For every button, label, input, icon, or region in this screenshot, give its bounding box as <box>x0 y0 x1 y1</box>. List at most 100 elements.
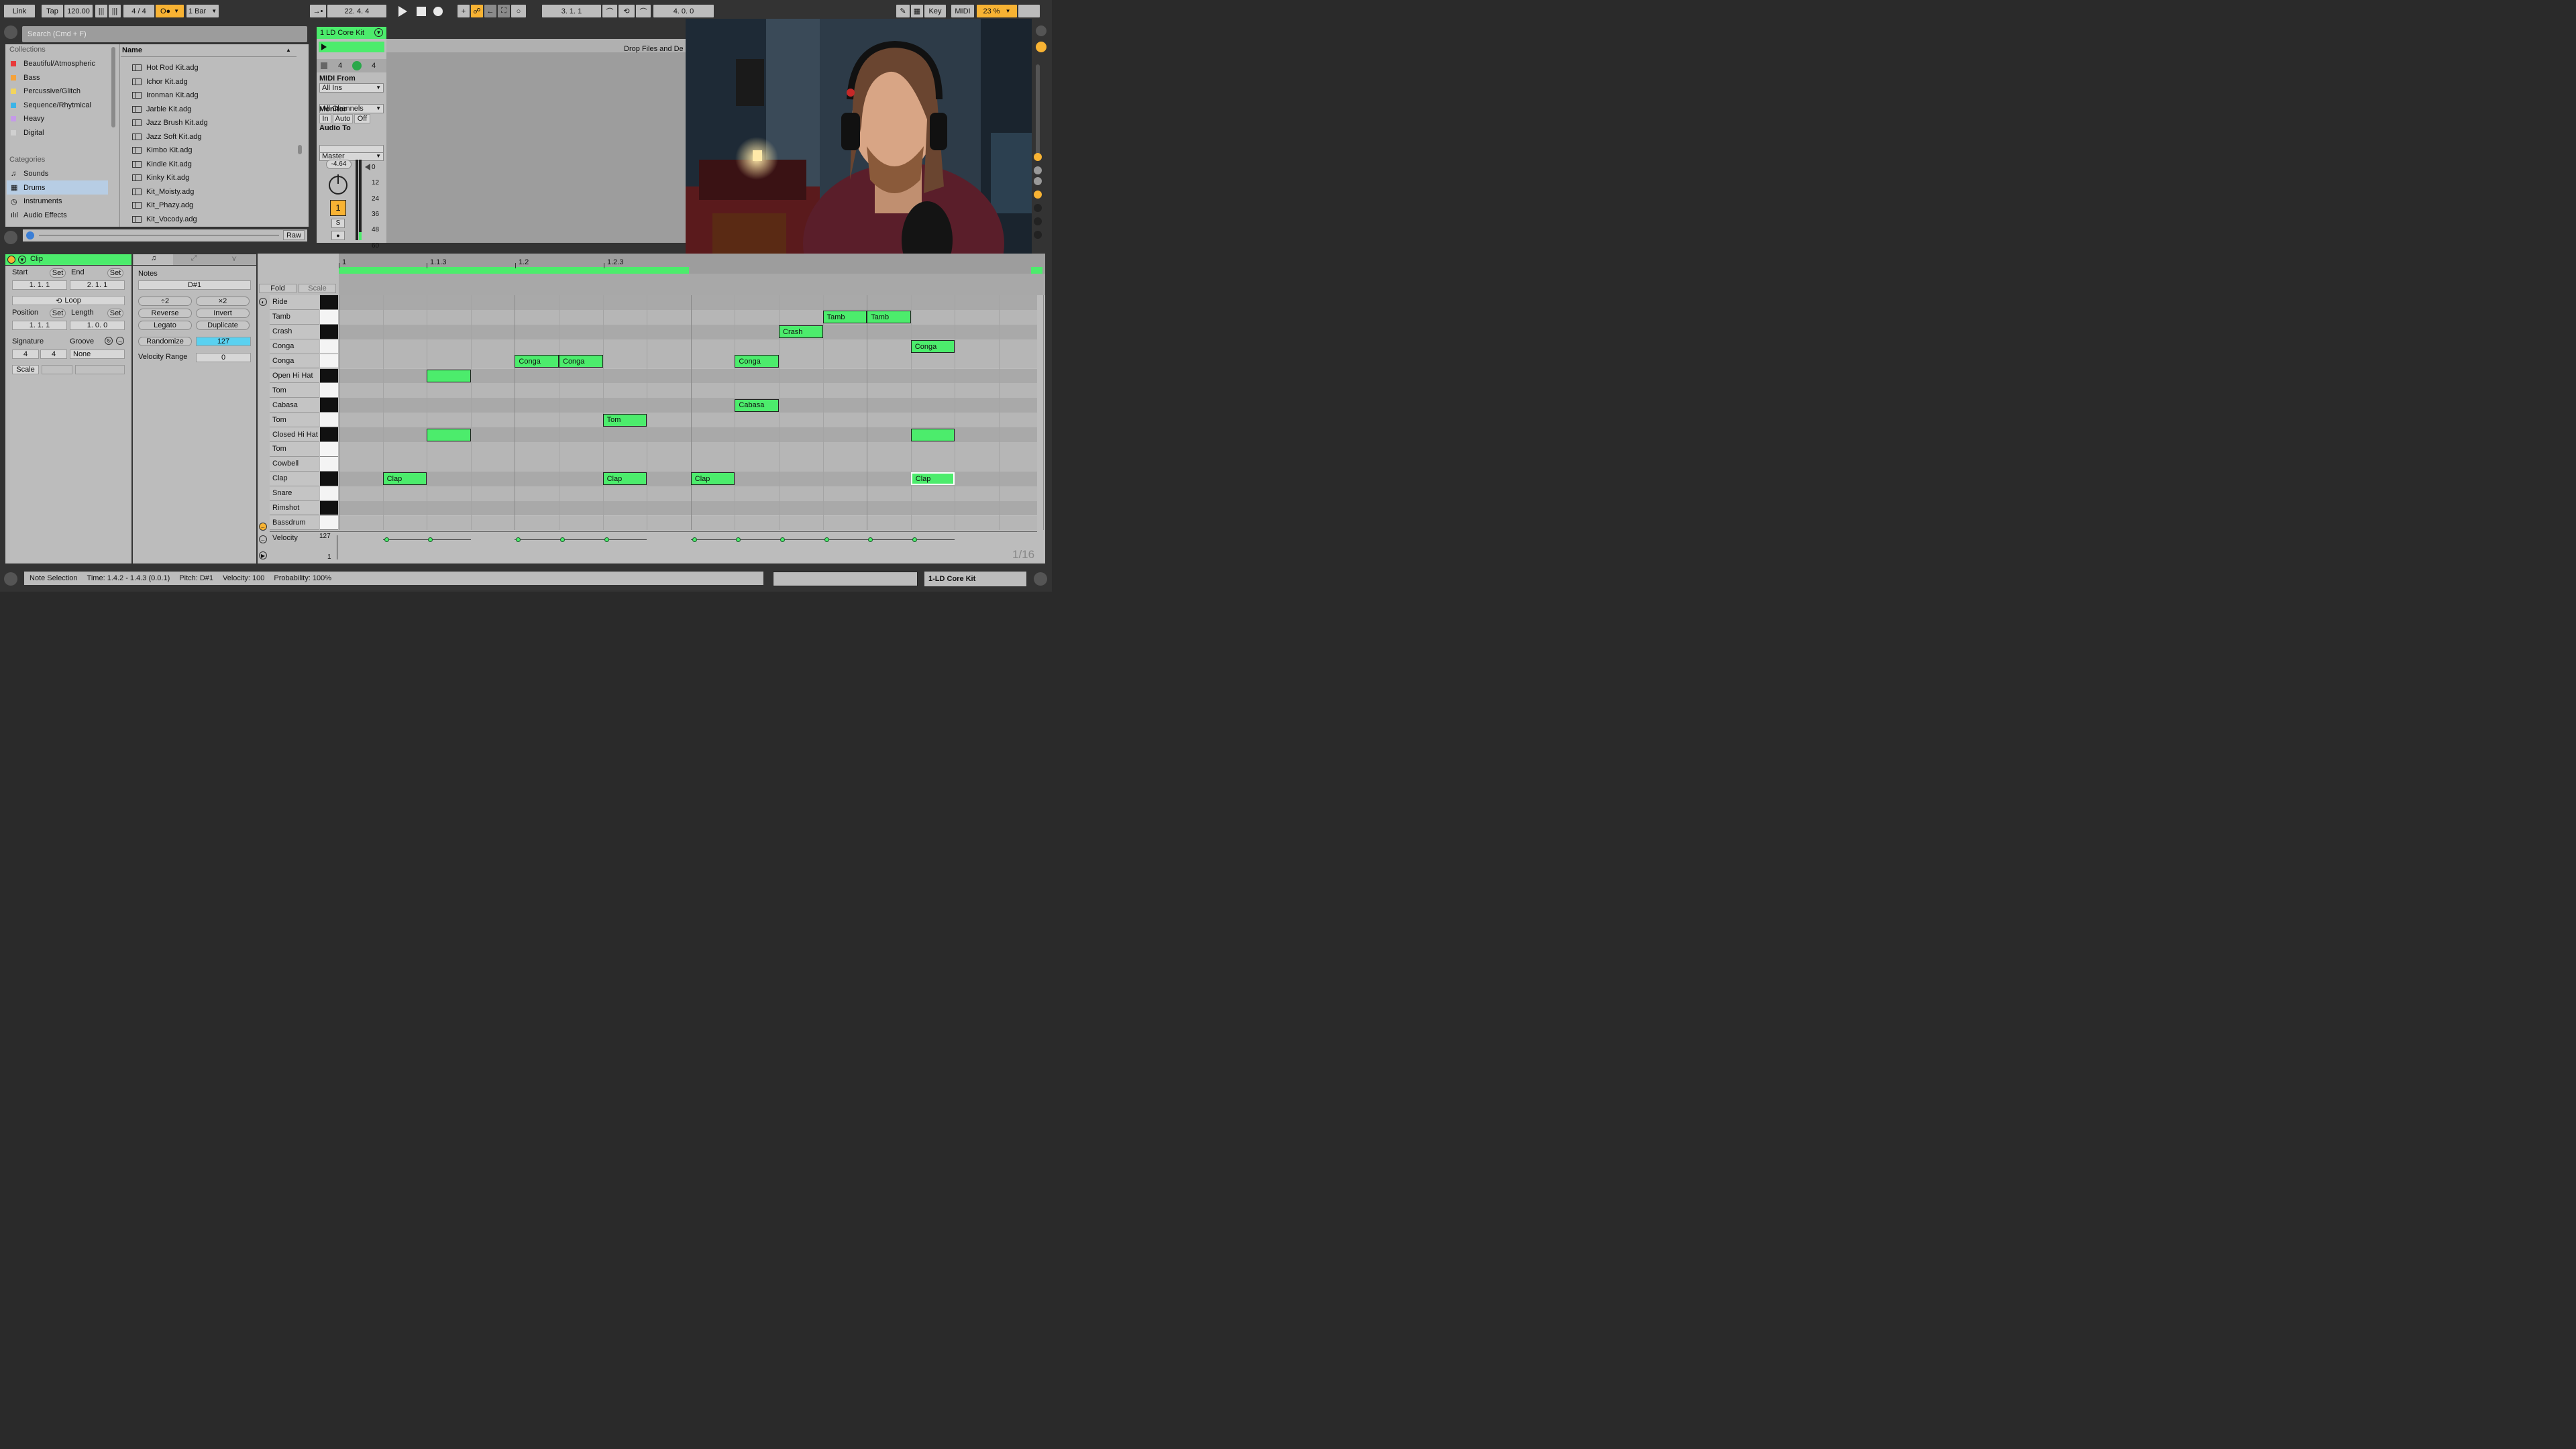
duplicate-button[interactable]: Duplicate <box>196 321 250 330</box>
velocity-bar[interactable] <box>559 539 603 540</box>
browser-file-item[interactable]: Jarble Kit.adg <box>132 103 191 116</box>
velocity-lane-divider[interactable] <box>270 531 1037 532</box>
clip-activator-icon[interactable] <box>7 256 15 264</box>
track-activator-button[interactable]: 1 <box>330 200 346 216</box>
velocity-handle[interactable] <box>780 537 785 542</box>
crossfader-toggle-icon[interactable] <box>1034 217 1042 225</box>
groove-commit-icon[interactable]: → <box>116 337 124 345</box>
nudge-up-icon[interactable]: ||| <box>109 5 121 17</box>
current-track-label[interactable]: 1-LD Core Kit <box>924 572 1026 586</box>
velocity-handle[interactable] <box>824 537 829 542</box>
stop-clip-icon[interactable] <box>321 62 327 69</box>
piano-key-white[interactable] <box>320 515 338 531</box>
signature-numerator-field[interactable]: 4 <box>12 350 39 359</box>
midi-note[interactable]: Tom <box>602 413 647 427</box>
piano-key-white[interactable] <box>320 442 338 457</box>
midi-note[interactable]: Crash <box>779 325 823 339</box>
midi-note[interactable]: Clap <box>690 472 735 486</box>
velocity-bar[interactable] <box>427 539 471 540</box>
envelopes-tab-icon[interactable]: ⤢ <box>174 254 213 265</box>
velocity-bar[interactable] <box>382 539 427 540</box>
drop-zone-row[interactable]: Drop Files and De <box>386 39 687 53</box>
search-input[interactable]: Search (Cmd + F) <box>22 26 307 42</box>
grid-resolution[interactable]: 1/16 <box>1012 548 1034 561</box>
piano-key-white[interactable] <box>320 486 338 501</box>
record-icon[interactable] <box>433 7 443 16</box>
metronome-button[interactable]: O● ▼ <box>156 5 184 17</box>
note-lane[interactable] <box>339 324 1037 339</box>
monitor-in-button[interactable]: In <box>319 114 331 123</box>
scale-name-select[interactable] <box>75 365 125 374</box>
track-delay-icon[interactable] <box>1034 231 1042 239</box>
mpe-tab-icon[interactable]: ⋎ <box>215 254 254 265</box>
capture-icon[interactable]: ⛶ <box>498 5 510 17</box>
piano-key-white[interactable] <box>320 354 338 369</box>
velocity-bar[interactable] <box>867 539 911 540</box>
drum-pad-label[interactable]: Open Hi Hat <box>270 368 319 384</box>
end-field[interactable]: 2. 1. 1 <box>70 280 125 290</box>
midi-note[interactable] <box>427 428 471 441</box>
computer-keyboard-icon[interactable]: ▦ <box>911 5 923 17</box>
midi-note[interactable]: Conga <box>735 355 779 368</box>
solo-button[interactable]: S <box>331 219 345 228</box>
sidebar-scrollbar[interactable] <box>111 47 115 127</box>
note-lane[interactable] <box>339 383 1037 398</box>
midi-note[interactable]: Clap <box>382 472 427 486</box>
velocity-lane-toggle-icon[interactable]: ← <box>259 535 267 543</box>
menu-icon[interactable] <box>1036 25 1046 36</box>
piano-key-white[interactable] <box>320 383 338 398</box>
invert-button[interactable]: Invert <box>196 309 250 318</box>
clip-slot-playing[interactable] <box>319 42 384 52</box>
arrangement-position-field[interactable]: 22. 4. 4 <box>327 5 386 17</box>
drum-pad-label[interactable]: Conga <box>270 339 319 354</box>
automation-arm-icon[interactable]: ☍ <box>471 5 483 17</box>
browser-file-item[interactable]: Ironman Kit.adg <box>132 89 199 102</box>
category-item[interactable]: ♫ Sounds <box>11 167 48 180</box>
note-lane[interactable] <box>339 295 1037 310</box>
drum-pad-label[interactable]: Conga <box>270 354 319 369</box>
pitch-field[interactable]: D#1 <box>138 280 251 290</box>
arm-record-icon[interactable]: ● <box>331 231 345 240</box>
loop-start-field[interactable]: 3. 1. 1 <box>542 5 601 17</box>
clip-overview[interactable] <box>773 572 918 586</box>
browser-toggle-icon[interactable] <box>4 25 17 39</box>
piano-key-white[interactable] <box>320 456 338 472</box>
velocity-handle[interactable] <box>604 537 609 542</box>
loop-switch-icon[interactable]: ⟲ <box>619 5 635 17</box>
drum-pad-label[interactable]: Crash <box>270 324 319 339</box>
loop-length-field[interactable]: 4. 0. 0 <box>653 5 714 17</box>
fold-lanes-icon[interactable]: ← <box>259 523 267 531</box>
browser-file-item[interactable]: Kindle Kit.adg <box>132 158 192 171</box>
velocity-bar[interactable] <box>602 539 647 540</box>
piano-key-black[interactable] <box>320 295 338 310</box>
velocity-bar[interactable] <box>822 539 867 540</box>
monitor-auto-button[interactable]: Auto <box>333 114 353 123</box>
reverse-button[interactable]: Reverse <box>138 309 192 318</box>
follow-icon[interactable]: →• <box>310 5 326 17</box>
drum-pad-label[interactable]: Tom <box>270 413 319 428</box>
piano-key-black[interactable] <box>320 500 338 516</box>
position-field[interactable]: 1. 1. 1 <box>12 321 67 330</box>
session-scrollbar[interactable] <box>1036 64 1040 158</box>
notes-tab-note-icon[interactable]: ♫ <box>134 254 173 265</box>
delay-toggle-icon[interactable] <box>1034 204 1042 212</box>
midi-note[interactable]: Clap <box>910 472 955 486</box>
velocity-bar[interactable] <box>735 539 779 540</box>
sends-toggle-icon[interactable] <box>1034 166 1042 174</box>
velocity-bar[interactable] <box>515 539 559 540</box>
punch-in-icon[interactable]: ⌒ <box>602 5 617 17</box>
midi-note[interactable]: Tamb <box>822 311 867 324</box>
key-map-button[interactable]: Key <box>924 5 946 17</box>
drum-pad-label[interactable]: Cabasa <box>270 398 319 413</box>
session-record-icon[interactable]: ○ <box>511 5 526 17</box>
browser-file-item[interactable]: Ichor Kit.adg <box>132 75 188 89</box>
io-toggle-icon[interactable] <box>1034 153 1042 161</box>
position-set-button[interactable]: Set <box>50 309 66 318</box>
midi-map-button[interactable]: MIDI <box>951 5 974 17</box>
monitor-off-button[interactable]: Off <box>354 114 370 123</box>
time-ruler[interactable] <box>339 274 1045 295</box>
randomize-amount-field[interactable]: 127 <box>196 337 251 346</box>
preview-notes-icon[interactable]: ◐ <box>259 298 267 306</box>
tempo-field[interactable]: 120.00 <box>64 5 93 17</box>
loop-brace[interactable] <box>339 267 689 274</box>
